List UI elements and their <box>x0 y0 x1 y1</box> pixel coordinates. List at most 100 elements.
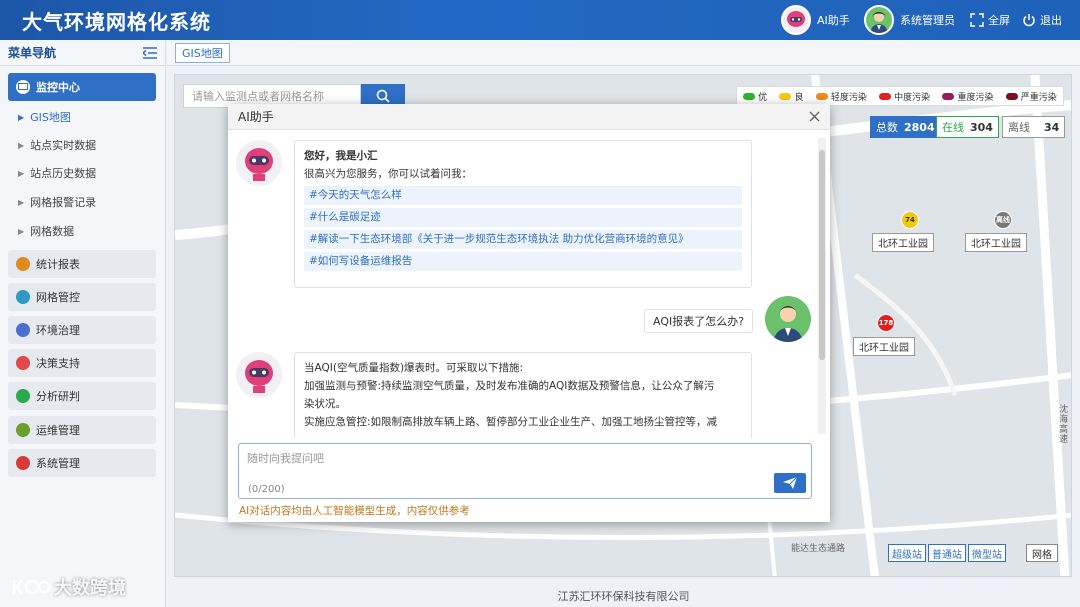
decision-icon <box>16 356 30 370</box>
answer-line: 染状况。 <box>304 398 346 410</box>
station-pin[interactable]: 74 <box>901 211 919 229</box>
suggestion-chip[interactable]: #如何写设备运维报告 <box>304 252 742 271</box>
stat-online[interactable]: 在线 304 <box>936 116 999 138</box>
send-button[interactable] <box>774 473 806 493</box>
sidebar-item-label: 网格管控 <box>36 291 80 304</box>
user-menu[interactable]: 系统管理员 <box>864 0 955 40</box>
road-label: 能达生态通路 <box>791 544 846 554</box>
station-pin[interactable]: 178 <box>877 314 895 332</box>
ai-disclaimer: AI对话内容均由人工智能模型生成，内容仅供参考 <box>239 505 470 517</box>
sidebar-item-monitor-center[interactable]: 监控中心 <box>8 73 156 101</box>
sidebar-item-label: 监控中心 <box>36 81 80 94</box>
robot-avatar-icon <box>236 352 282 398</box>
monitor-icon <box>16 80 30 94</box>
sidebar-item-decision[interactable]: 决策支持 <box>8 349 156 377</box>
watermark: 大数跨境 <box>10 574 126 600</box>
legend-item: 轻度污染 <box>815 90 867 103</box>
dialog-header: AI助手 <box>228 104 830 130</box>
chat-input[interactable] <box>247 450 767 468</box>
sidebar-item-reports[interactable]: 统计报表 <box>8 250 156 278</box>
scroll-thumb[interactable] <box>819 150 825 360</box>
legend-item: 优 <box>743 90 767 103</box>
fullscreen-button[interactable]: 全屏 <box>970 0 1010 40</box>
super-station-button[interactable]: 超级站 <box>888 544 926 562</box>
station-pin-offline[interactable]: 离线 <box>994 211 1012 229</box>
user-name: 系统管理员 <box>900 14 955 27</box>
stat-total[interactable]: 总数 2804 <box>870 116 941 138</box>
chat-history[interactable]: 您好，我是小汇 很高兴为您服务，你可以试着问我： #今天的天气怎么样 #什么是碳… <box>228 132 830 438</box>
sidebar-header: 菜单导航 <box>0 40 165 66</box>
ai-assistant-button[interactable]: AI助手 <box>781 0 850 40</box>
bot-greeting-bubble: 您好，我是小汇 很高兴为您服务，你可以试着问我： #今天的天气怎么样 #什么是碳… <box>294 140 752 288</box>
report-icon <box>16 257 30 271</box>
stat-offline[interactable]: 离线 34 <box>1002 116 1066 138</box>
robot-avatar-icon <box>236 140 282 186</box>
collapse-menu-icon[interactable] <box>143 46 157 59</box>
ai-assistant-dialog: AI助手 您好，我是小汇 很高兴为您服务，你可以试着问我： #今天的天气怎么样 … <box>228 104 830 522</box>
answer-line: 加强监测与预警:持续监测空气质量，及时发布准确的AQI数据及预警信息，让公众了解… <box>304 380 715 392</box>
tab-gis-map[interactable]: GIS地图 <box>175 43 230 63</box>
logout-button[interactable]: 退出 <box>1022 0 1062 40</box>
micro-station-button[interactable]: 微型站 <box>968 544 1006 562</box>
sidebar-subitem-history[interactable]: ▶ 站点历史数据 <box>18 164 96 182</box>
fullscreen-icon <box>970 13 984 27</box>
legend-item: 良 <box>779 90 804 103</box>
footer: 江苏汇环环保科技有限公司 <box>167 585 1080 607</box>
suggestion-chip[interactable]: #什么是碳足迹 <box>304 208 742 227</box>
greeting-text: 很高兴为您服务，你可以试着问我： <box>304 168 472 180</box>
app-header: 大气环境网格化系统 AI助手 系统管理员 全屏 退出 <box>0 0 1080 40</box>
analysis-icon <box>16 389 30 403</box>
map-label-park[interactable]: 北环工业园 <box>965 233 1027 252</box>
suggestion-chip[interactable]: #今天的天气怎么样 <box>304 186 742 205</box>
sidebar-subitem-grid-data[interactable]: ▶ 网格数据 <box>18 222 74 240</box>
power-icon <box>1023 14 1035 27</box>
cloud-icon <box>815 92 828 100</box>
cloud-icon <box>779 92 792 100</box>
subitem-label: GIS地图 <box>30 111 71 124</box>
grid-icon <box>16 290 30 304</box>
legend-item: 中度污染 <box>879 90 930 103</box>
cloud-icon <box>879 92 892 100</box>
normal-station-button[interactable]: 普通站 <box>928 544 966 562</box>
sidebar-item-grid-control[interactable]: 网格管控 <box>8 283 156 311</box>
dialog-title: AI助手 <box>238 110 274 124</box>
cloud-icon <box>942 92 955 100</box>
company-name: 江苏汇环环保科技有限公司 <box>557 590 690 603</box>
sidebar-subitem-realtime[interactable]: ▶ 站点实时数据 <box>18 136 96 154</box>
suggestion-chip[interactable]: #解读一下生态环境部《关于进一步规范生态环境执法 助力优化营商环境的意见》 <box>304 230 742 249</box>
sidebar-item-governance[interactable]: 环境治理 <box>8 316 156 344</box>
sidebar-subitem-gis-map[interactable]: ▶ GIS地图 <box>18 108 71 126</box>
sidebar-item-label: 决策支持 <box>36 357 80 370</box>
search-icon <box>376 89 390 103</box>
maintenance-icon <box>16 423 30 437</box>
watermark-text: 大数跨境 <box>54 578 126 599</box>
station-type-buttons: 超级站 普通站 微型站 <box>888 544 1008 562</box>
answer-line: 当AQI(空气质量指数)爆表时。可采取以下措施: <box>304 362 524 374</box>
sidebar-item-analysis[interactable]: 分析研判 <box>8 382 156 410</box>
close-icon[interactable] <box>809 111 820 122</box>
map-label-park[interactable]: 北环工业园 <box>872 233 934 252</box>
chat-scrollbar[interactable] <box>818 138 826 434</box>
fullscreen-label: 全屏 <box>988 14 1010 27</box>
sidebar-item-maintenance[interactable]: 运维管理 <box>8 416 156 444</box>
grid-toggle-button[interactable]: 网格 <box>1026 544 1058 562</box>
sidebar-item-label: 统计报表 <box>36 258 80 271</box>
answer-line: 实施应急管控:如限制高排放车辆上路、暂停部分工业企业生产、加强工地扬尘管控等，减 <box>304 416 718 428</box>
aqi-legend: 优 良 轻度污染 中度污染 重度污染 严重污染 <box>736 86 1064 106</box>
greeting-title: 您好，我是小汇 <box>304 150 378 162</box>
logout-label: 退出 <box>1040 14 1062 27</box>
cloud-icon <box>1005 92 1018 100</box>
char-counter: (0/200) <box>248 484 285 495</box>
cloud-icon <box>743 92 756 100</box>
sidebar-subitem-alarm[interactable]: ▶ 网格报警记录 <box>18 193 96 211</box>
ai-assistant-label: AI助手 <box>817 14 850 27</box>
subitem-label: 网格数据 <box>30 225 75 238</box>
watermark-logo-icon <box>12 579 50 595</box>
road-label: 沈海高速 <box>1059 405 1069 445</box>
sidebar-title: 菜单导航 <box>8 46 57 60</box>
subitem-label: 网格报警记录 <box>30 196 97 209</box>
legend-item: 重度污染 <box>942 90 993 103</box>
search-placeholder: 请输入监测点或者网格名称 <box>192 90 324 103</box>
sidebar-item-system[interactable]: 系统管理 <box>8 449 156 477</box>
map-label-park[interactable]: 北环工业园 <box>853 337 915 356</box>
